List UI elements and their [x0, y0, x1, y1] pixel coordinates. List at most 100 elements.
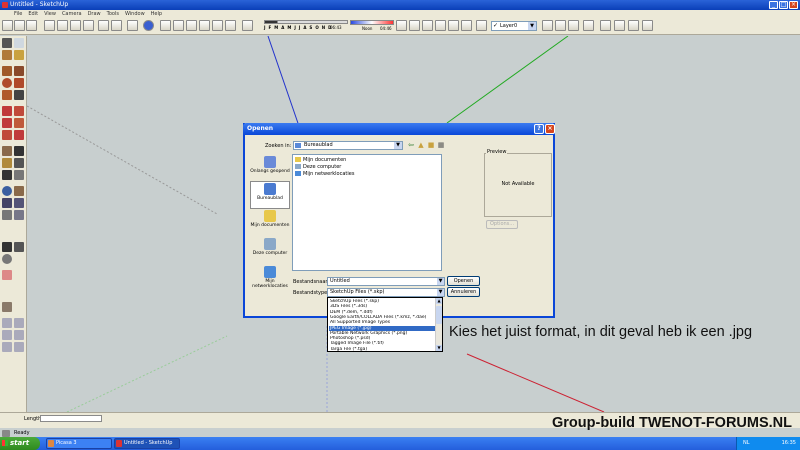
top-view-icon[interactable] — [173, 20, 184, 31]
follow-me-icon[interactable] — [14, 118, 24, 128]
freehand-icon[interactable] — [14, 90, 24, 100]
front-view-icon[interactable] — [186, 20, 197, 31]
model-info-icon[interactable] — [143, 20, 154, 31]
open-button[interactable]: Openen — [447, 276, 480, 286]
protractor-icon[interactable] — [2, 158, 12, 168]
line-icon[interactable] — [14, 66, 24, 76]
save-icon[interactable] — [26, 20, 37, 31]
help-button[interactable]: ? — [534, 124, 544, 134]
dropdown-scrollbar[interactable]: ▲ ▼ — [435, 298, 442, 351]
chevron-down-icon[interactable]: ▼ — [437, 278, 444, 285]
circle-icon[interactable] — [2, 78, 12, 88]
cut-icon[interactable] — [83, 20, 94, 31]
rectangle-icon[interactable] — [2, 66, 12, 76]
iso-view-icon[interactable] — [160, 20, 171, 31]
toggle-terrain-icon[interactable] — [568, 20, 579, 31]
section-plane-icon[interactable] — [2, 270, 12, 280]
look-around-icon[interactable] — [2, 254, 12, 264]
intersect-icon[interactable] — [2, 330, 12, 340]
length-input[interactable] — [40, 415, 102, 422]
scroll-up-icon[interactable]: ▲ — [436, 298, 442, 304]
menu-window[interactable]: Window — [125, 10, 145, 18]
print-icon[interactable] — [127, 20, 138, 31]
back-icon[interactable]: ⇦ — [407, 141, 415, 149]
menu-camera[interactable]: Camera — [62, 10, 82, 18]
scroll-thumb[interactable] — [436, 306, 442, 324]
maximize-button[interactable]: □ — [779, 1, 788, 9]
position-camera-icon[interactable] — [2, 242, 12, 252]
subtract-icon[interactable] — [2, 342, 12, 352]
zoom-extents-icon[interactable] — [14, 210, 24, 220]
make-component-tool-icon[interactable] — [2, 50, 12, 60]
share-model-icon[interactable] — [600, 20, 611, 31]
menu-view[interactable]: View — [44, 10, 56, 18]
look-in-select[interactable]: Bureaublad ▼ — [293, 141, 403, 150]
dimension-icon[interactable] — [14, 146, 24, 156]
taskbar-item-picasa[interactable]: Picasa 3 — [46, 438, 112, 449]
paint-bucket-icon[interactable] — [14, 50, 24, 60]
filetype-dropdown[interactable]: SketchUp Files (*.skp) 3DS Files (*.3ds)… — [327, 297, 443, 352]
start-button[interactable]: start — [0, 437, 40, 450]
move-icon[interactable] — [2, 106, 12, 116]
get-current-view-icon[interactable] — [555, 20, 566, 31]
taskbar-item-sketchup[interactable]: Untitled - SketchUp — [114, 438, 180, 449]
polygon-icon[interactable] — [2, 90, 12, 100]
place-my-documents[interactable]: Mijn documenten — [250, 209, 290, 237]
options-button[interactable]: Options... — [486, 220, 518, 229]
up-folder-icon[interactable]: ▲ — [417, 141, 425, 149]
orbit-icon[interactable] — [2, 186, 12, 196]
file-list[interactable]: Mijn documenten Deze computer Mijn netwe… — [292, 154, 442, 271]
tape-measure-icon[interactable] — [2, 146, 12, 156]
previous-view-icon[interactable] — [2, 210, 12, 220]
zoom-icon[interactable] — [2, 198, 12, 208]
pan-icon[interactable] — [14, 186, 24, 196]
text-icon[interactable] — [14, 158, 24, 168]
menu-edit[interactable]: Edit — [28, 10, 38, 18]
minimize-button[interactable]: _ — [769, 1, 778, 9]
redo-icon[interactable] — [111, 20, 122, 31]
list-item[interactable]: Mijn netwerklocaties — [295, 171, 354, 177]
left-view-icon[interactable] — [225, 20, 236, 31]
chevron-down-icon[interactable]: ▼ — [437, 289, 444, 296]
new-folder-icon[interactable]: ■ — [427, 141, 435, 149]
list-item[interactable]: Deze computer — [295, 164, 341, 170]
zoom-window-icon[interactable] — [14, 198, 24, 208]
photo-match-icon[interactable] — [628, 20, 639, 31]
view-menu-icon[interactable]: ▦ — [437, 141, 445, 149]
walk-icon[interactable] — [14, 242, 24, 252]
shadow-time-slider[interactable] — [350, 20, 394, 25]
trim-icon[interactable] — [14, 342, 24, 352]
scale-icon[interactable] — [2, 130, 12, 140]
dialog-close-button[interactable]: × — [545, 124, 555, 134]
sandbox-icon[interactable] — [2, 302, 12, 312]
undo-icon[interactable] — [98, 20, 109, 31]
menu-tools[interactable]: Tools — [107, 10, 119, 18]
place-network[interactable]: Mijn netwerklocaties — [250, 265, 290, 293]
shadows-icon[interactable] — [242, 20, 253, 31]
place-recent[interactable]: Onlangs geopend — [250, 155, 290, 183]
shaded-textures-icon[interactable] — [448, 20, 459, 31]
eraser-icon[interactable] — [70, 20, 81, 31]
arc-icon[interactable] — [14, 78, 24, 88]
place-model-icon[interactable] — [542, 20, 553, 31]
open-file-icon[interactable] — [14, 20, 25, 31]
push-pull-icon[interactable] — [14, 106, 24, 116]
make-component-icon[interactable] — [57, 20, 68, 31]
dropdown-option[interactable]: Targa File (*.tga) — [329, 347, 435, 352]
right-view-icon[interactable] — [199, 20, 210, 31]
union-icon[interactable] — [14, 330, 24, 340]
new-file-icon[interactable] — [2, 20, 13, 31]
3d-text-icon[interactable] — [14, 170, 24, 180]
scroll-down-icon[interactable]: ▼ — [436, 345, 442, 351]
close-button[interactable]: × — [789, 1, 798, 9]
menu-file[interactable]: File — [14, 10, 22, 18]
layer-manager-icon[interactable] — [476, 20, 487, 31]
filetype-select[interactable]: SketchUp Files (*.skp) ▼ — [327, 288, 445, 297]
language-indicator[interactable]: NL — [743, 440, 750, 446]
solid-tool-icon[interactable] — [2, 318, 12, 328]
outer-shell-icon[interactable] — [14, 318, 24, 328]
back-view-icon[interactable] — [212, 20, 223, 31]
get-models-icon[interactable] — [583, 20, 594, 31]
layer-select[interactable]: ✓ Layer0 ▼ — [491, 21, 537, 31]
select-icon[interactable] — [2, 38, 12, 48]
